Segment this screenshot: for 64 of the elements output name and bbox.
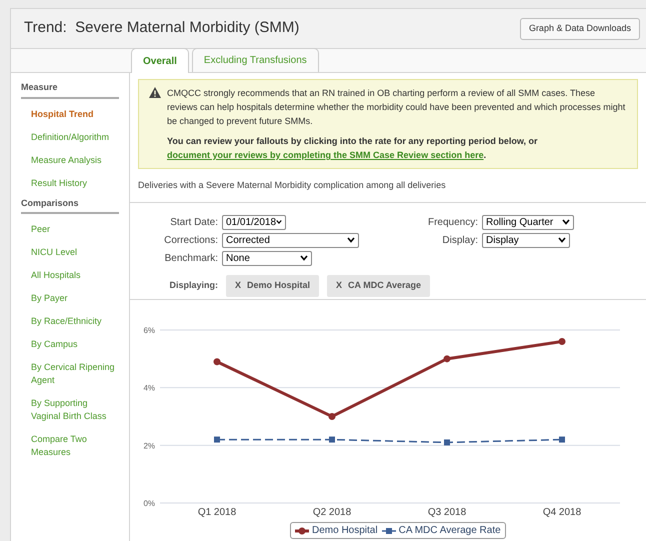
y-tick-label: 6% — [143, 326, 155, 335]
y-tick-label: 0% — [143, 499, 155, 508]
filter-label: Corrections: — [163, 234, 218, 248]
filter-label: Frequency: — [426, 216, 478, 230]
dropdown[interactable]: None — [222, 250, 312, 266]
sidebar-link[interactable]: Measure Analysis — [21, 148, 119, 172]
caret-icon — [347, 237, 355, 244]
line-square-icon — [382, 526, 396, 534]
tab[interactable]: Excluding Transfusions — [192, 48, 319, 72]
page-title: Trend: Severe Maternal Morbidity (SMM) — [24, 18, 300, 38]
sidebar-link[interactable]: Result History — [21, 172, 119, 194]
sidebar-link[interactable]: By Supporting Vaginal Birth Class — [21, 392, 119, 428]
displaying-label: Displaying: — [168, 278, 218, 292]
dropdown[interactable]: 01/01/2018 — [222, 214, 286, 230]
dropdown[interactable]: Display — [482, 232, 570, 248]
sidebar-heading: Measure — [21, 81, 119, 98]
data-point[interactable] — [329, 436, 335, 443]
sidebar-link[interactable]: Peer — [21, 218, 119, 241]
y-tick-label: 4% — [143, 384, 155, 393]
sidebar-heading: Comparisons — [21, 196, 119, 214]
dropdown[interactable]: Rolling Quarter — [482, 214, 574, 230]
legend-label: CA MDC Average Rate — [398, 524, 501, 538]
data-point[interactable] — [444, 439, 450, 446]
sidebar-link[interactable]: By Race/Ethnicity — [21, 310, 119, 333]
sidebar-link[interactable]: By Cervical Ripening Agent — [21, 356, 119, 392]
sidebar-link[interactable]: NICU Level — [21, 241, 119, 264]
data-point[interactable] — [444, 355, 450, 362]
legend-label: Demo Hospital — [312, 524, 378, 538]
case-review-link[interactable]: document your reviews by completing the SMM Case Review section here — [167, 150, 484, 160]
sidebar-link[interactable]: By Campus — [21, 333, 119, 356]
data-point[interactable] — [214, 358, 220, 366]
download-button[interactable]: Graph & Data Downloads — [520, 18, 640, 40]
line-circle-icon — [295, 526, 309, 534]
x-tick-label: Q4 2018 — [542, 507, 582, 518]
x-tick-label: Q2 2018 — [312, 507, 352, 518]
filter-chip[interactable]: X Demo Hospital — [226, 274, 320, 297]
filter-label: Benchmark: — [164, 252, 218, 266]
sidebar-link[interactable]: Compare Two Measures — [21, 428, 119, 464]
data-point[interactable] — [328, 413, 336, 420]
sidebar-link[interactable]: By Payer — [21, 287, 119, 310]
legend-item[interactable]: CA MDC Average Rate — [382, 523, 501, 538]
sidebar-link[interactable]: Hospital Trend — [21, 102, 119, 126]
warning-icon — [149, 87, 161, 98]
caret-icon — [276, 219, 282, 226]
measure-description: Deliveries with a Severe Maternal Morbidity complication among all deliveries — [138, 178, 446, 192]
tab[interactable]: Overall — [131, 48, 189, 73]
alert-message: CMQCC strongly recommends that an RN trained in OB charting perform a review of all SMM cases. These reviews can help hospitals determine whether the morbidity could have been prevented and which processes might be changed to prevent future SMMs. — [167, 87, 626, 128]
dropdown[interactable]: Corrected — [222, 232, 359, 248]
sidebar-link[interactable]: Definition/Algorithm — [21, 126, 119, 148]
caret-icon — [562, 219, 570, 226]
caret-icon — [558, 237, 566, 244]
sidebar-link[interactable]: All Hospitals — [21, 264, 119, 287]
caret-icon — [300, 255, 308, 262]
x-tick-label: Q3 2018 — [428, 507, 466, 518]
data-point[interactable] — [559, 436, 565, 443]
legend-item[interactable]: Demo Hospital — [295, 523, 378, 538]
alert-action-text: You can review your fallouts by clicking into the rate for any reporting period below, or document your reviews by completing the SMM Case Review section here. — [167, 135, 539, 162]
filter-chip[interactable]: X CA MDC Average — [327, 274, 430, 297]
y-tick-label: 2% — [143, 441, 155, 450]
x-tick-label: Q1 2018 — [198, 507, 236, 518]
filter-label: Display: — [441, 234, 478, 248]
filter-label: Start Date: — [169, 216, 218, 230]
data-point[interactable] — [558, 338, 566, 346]
data-point[interactable] — [214, 436, 220, 443]
